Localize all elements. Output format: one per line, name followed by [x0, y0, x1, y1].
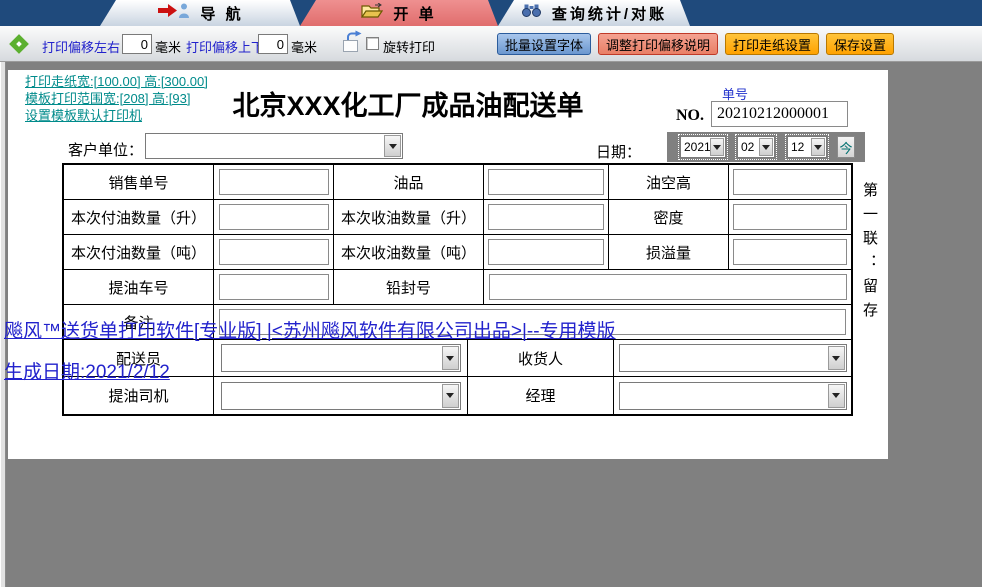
pay-volume-t-label: 本次付油数量（吨）: [71, 242, 206, 263]
density-label: 密度: [653, 207, 683, 228]
today-button[interactable]: 今: [837, 136, 855, 158]
seal-no-label: 铅封号: [386, 277, 431, 298]
paper-size-link[interactable]: 打印走纸宽:[100.00] 高:[300.00]: [25, 73, 208, 90]
day-value: 12: [791, 140, 804, 154]
customer-combo[interactable]: [145, 133, 403, 159]
table-row: 销售单号 油品 油空高: [64, 165, 851, 200]
template-canvas: 打印走纸宽:[100.00] 高:[300.00] 模板打印范围宽:[208] …: [0, 62, 982, 587]
order-form-table: 销售单号 油品 油空高 本次付油数量（升） 本次收油数量（升） 密度 本次付油数…: [62, 163, 853, 416]
order-no-input[interactable]: [711, 101, 848, 127]
year-select[interactable]: 2021: [680, 136, 726, 158]
chevron-down-icon[interactable]: [828, 346, 845, 370]
deliverer-combo[interactable]: [221, 344, 461, 372]
unit-mm-label: 毫米: [155, 37, 181, 56]
table-row: 本次付油数量（吨） 本次收油数量（吨） 损溢量: [64, 235, 851, 270]
day-select[interactable]: 12: [787, 136, 827, 158]
tab-bar: 导 航 开 单 查询统计/对账: [0, 0, 982, 26]
pay-volume-t-input[interactable]: [219, 239, 329, 265]
arrow-person-icon: [156, 2, 190, 24]
tab-navigation[interactable]: 导 航: [100, 0, 300, 26]
software-watermark: 飚风™送货单打印软件[专业版] |<苏州飚风软件有限公司出品>|--专用模版: [4, 316, 616, 343]
recv-volume-l-label: 本次收油数量（升）: [341, 207, 476, 228]
receiver-combo[interactable]: [619, 344, 847, 372]
offset-ud-label: 打印偏移上下: [186, 37, 264, 56]
receiver-label: 收货人: [518, 348, 563, 369]
truck-no-input[interactable]: [219, 274, 329, 300]
month-select[interactable]: 02: [737, 136, 775, 158]
paper-feed-settings-button[interactable]: 打印走纸设置: [725, 33, 819, 55]
oil-product-input[interactable]: [488, 169, 604, 195]
chevron-down-icon[interactable]: [384, 135, 401, 157]
recv-volume-t-input[interactable]: [488, 239, 604, 265]
seal-no-input[interactable]: [489, 274, 847, 300]
customer-label: 客户单位：: [68, 139, 143, 160]
chevron-down-icon[interactable]: [442, 384, 459, 408]
adjust-offset-help-button[interactable]: 调整打印偏移说明: [598, 33, 718, 55]
offset-ud-input[interactable]: [258, 34, 288, 54]
chevron-down-icon[interactable]: [442, 346, 459, 370]
oil-empty-height-input[interactable]: [733, 169, 847, 195]
recv-volume-t-label: 本次收油数量（吨）: [341, 242, 476, 263]
manager-combo[interactable]: [619, 382, 847, 410]
chevron-down-icon[interactable]: [710, 138, 724, 156]
table-row: 提油车号 铅封号: [64, 270, 851, 305]
manager-label: 经理: [525, 385, 555, 406]
tab-label: 导 航: [200, 3, 243, 24]
date-label: 日期：: [596, 141, 641, 162]
sales-no-label: 销售单号: [108, 172, 168, 193]
document-title: 北京XXX化工厂成品油配送单: [208, 84, 608, 123]
offset-lr-input[interactable]: [122, 34, 152, 54]
driver-label: 提油司机: [108, 385, 168, 406]
tab-label: 开 单: [393, 3, 436, 24]
table-row: 提油司机 经理: [64, 377, 851, 414]
year-value: 2021: [684, 140, 711, 154]
unit-mm-label: 毫米: [291, 37, 317, 56]
sales-no-input[interactable]: [219, 169, 329, 195]
driver-combo[interactable]: [221, 382, 461, 410]
oil-empty-height-label: 油空高: [646, 172, 691, 193]
density-input[interactable]: [733, 204, 847, 230]
rotate-print-label: 旋转打印: [383, 37, 435, 56]
loss-gain-input[interactable]: [733, 239, 847, 265]
month-value: 02: [741, 140, 754, 154]
date-panel: 2021 02 12 今: [667, 132, 865, 162]
truck-no-label: 提油车号: [108, 277, 168, 298]
tab-label: 查询统计/对账: [552, 3, 667, 24]
save-settings-button[interactable]: 保存设置: [826, 33, 894, 55]
chevron-down-icon[interactable]: [811, 138, 825, 156]
no-label: NO.: [676, 107, 704, 125]
table-row: 配送员 收货人: [64, 340, 851, 377]
open-folder-icon: [361, 3, 383, 24]
recv-volume-l-input[interactable]: [488, 204, 604, 230]
pay-volume-l-input[interactable]: [219, 204, 329, 230]
copy-number-label: 第一联：留存: [859, 182, 880, 326]
chevron-down-icon[interactable]: [759, 138, 773, 156]
template-range-link[interactable]: 模板打印范围宽:[208] 高:[93]: [25, 90, 208, 107]
pay-volume-l-label: 本次付油数量（升）: [71, 207, 206, 228]
template-settings-links: 打印走纸宽:[100.00] 高:[300.00] 模板打印范围宽:[208] …: [25, 73, 208, 124]
green-diamond-icon: [6, 31, 32, 57]
print-template-page: 打印走纸宽:[100.00] 高:[300.00] 模板打印范围宽:[208] …: [8, 70, 888, 459]
tab-query-stats[interactable]: 查询统计/对账: [498, 0, 690, 26]
rotate-print-checkbox[interactable]: [366, 37, 379, 50]
table-row: 本次付油数量（升） 本次收油数量（升） 密度: [64, 200, 851, 235]
batch-font-button[interactable]: 批量设置字体: [497, 33, 591, 55]
binoculars-icon: [521, 4, 542, 22]
tab-create-order[interactable]: 开 单: [300, 0, 498, 26]
loss-gain-label: 损溢量: [646, 242, 691, 263]
chevron-down-icon[interactable]: [828, 384, 845, 408]
offset-lr-label: 打印偏移左右: [42, 37, 120, 56]
default-printer-link[interactable]: 设置模板默认打印机: [25, 107, 208, 124]
generated-date-watermark: 生成日期:2021/2/12: [4, 357, 170, 384]
oil-product-label: 油品: [393, 172, 423, 193]
toolbar-buttons: 批量设置字体 调整打印偏移说明 打印走纸设置 保存设置: [497, 33, 894, 55]
rotate-page-icon: [340, 30, 364, 59]
toolbar: 打印偏移左右 毫米 打印偏移上下 毫米 旋转打印 批量设置字体 调整打印偏移说明…: [0, 26, 982, 62]
